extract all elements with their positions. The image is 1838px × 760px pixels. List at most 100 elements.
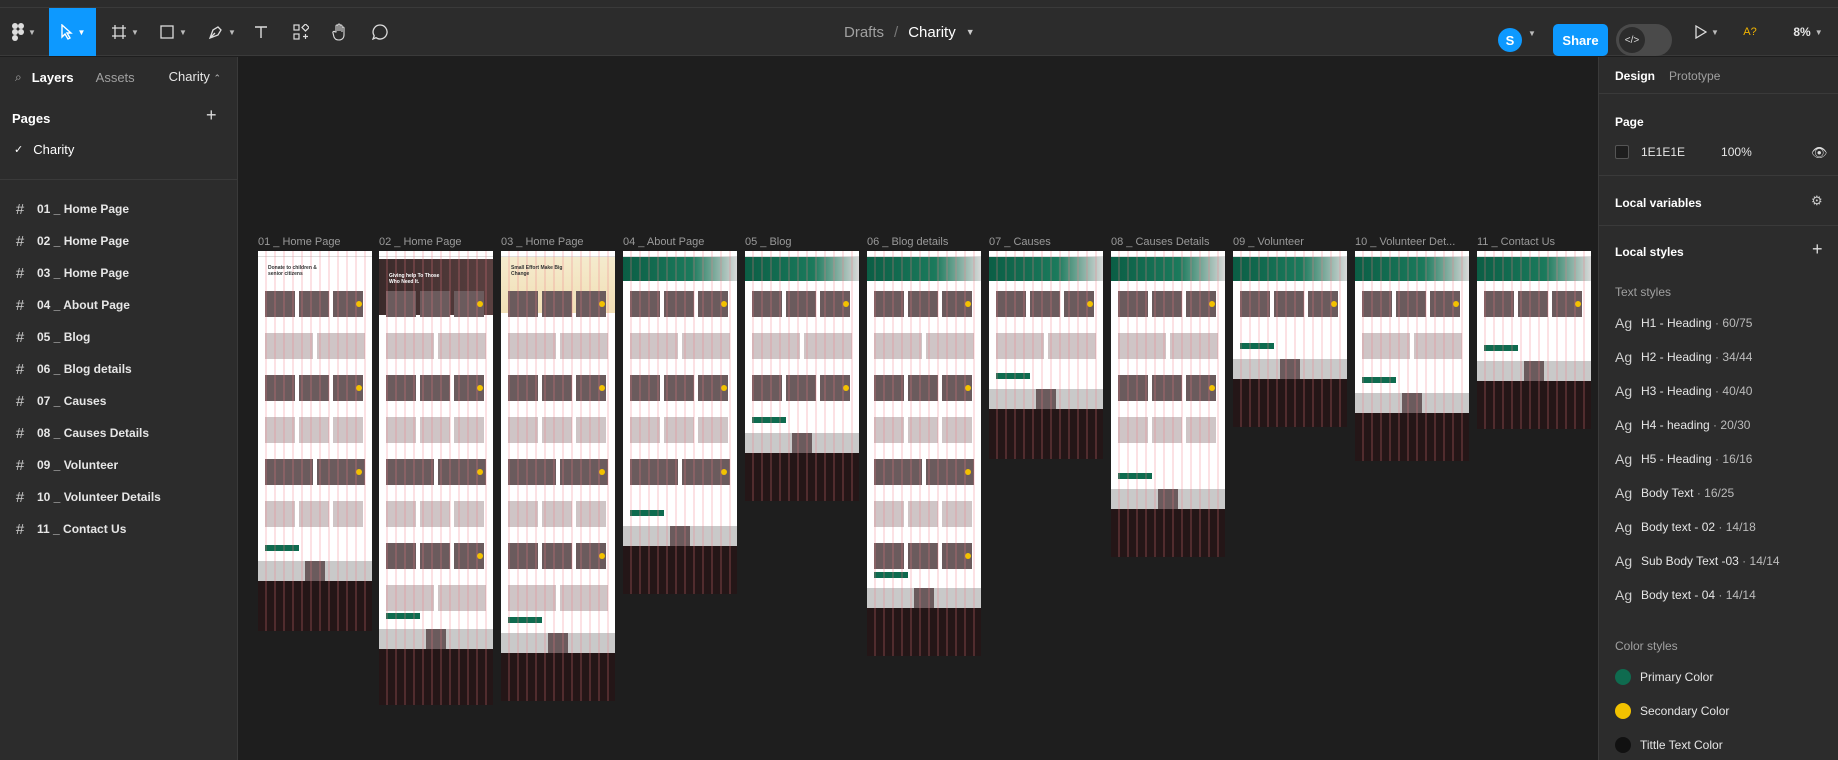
color-style-item[interactable]: Secondary Color [1615, 696, 1729, 726]
layer-frame-item[interactable]: #01 _ Home Page [0, 194, 238, 224]
design-frame[interactable]: Small Effort Make Big Change [501, 251, 615, 701]
layer-frame-item[interactable]: #05 _ Blog [0, 322, 238, 352]
text-style-item[interactable]: Ag H1 - Heading · 60/75 [1615, 308, 1752, 338]
design-frame[interactable]: Donate to children & senior citizens [258, 251, 372, 631]
frame-tool-button[interactable]: ▼ [106, 8, 144, 56]
sliders-icon[interactable]: ⚙ [1811, 193, 1823, 209]
layout-grid-overlay [623, 251, 737, 594]
page-selector[interactable]: Charity ⌃ [169, 69, 221, 84]
design-frame[interactable] [1111, 251, 1225, 557]
layer-frame-item[interactable]: #09 _ Volunteer [0, 450, 238, 480]
resources-tool-button[interactable] [290, 8, 312, 56]
chevron-down-icon: ▼ [228, 27, 236, 37]
text-style-item[interactable]: Ag Sub Body Text -03 · 14/14 [1615, 546, 1780, 576]
window-top-strip [0, 0, 1838, 8]
design-frame[interactable] [623, 251, 737, 594]
text-style-name: Body Text [1641, 486, 1694, 500]
text-style-item[interactable]: Ag H3 - Heading · 40/40 [1615, 376, 1752, 406]
comment-tool-button[interactable] [369, 8, 391, 56]
main-menu-button[interactable]: ▼ [6, 8, 42, 56]
frame-title[interactable]: 08 _ Causes Details [1111, 236, 1225, 248]
separator-dot: · [1715, 588, 1726, 602]
text-style-item[interactable]: Ag Body text - 04 · 14/14 [1615, 580, 1756, 610]
frame-title[interactable]: 05 _ Blog [745, 236, 859, 248]
text-tool-button[interactable] [250, 8, 272, 56]
layer-label: 10 _ Volunteer Details [37, 490, 161, 504]
pen-tool-button[interactable]: ▼ [203, 8, 241, 56]
zoom-control[interactable]: 8% ▼ [1786, 8, 1830, 56]
design-frame[interactable] [989, 251, 1103, 459]
text-style-name: H5 - Heading [1641, 452, 1712, 466]
layer-frame-item[interactable]: #03 _ Home Page [0, 258, 238, 288]
fill-swatch[interactable] [1615, 145, 1629, 159]
frame-title[interactable]: 07 _ Causes [989, 236, 1103, 248]
layer-label: 02 _ Home Page [37, 234, 130, 248]
text-style-item[interactable]: Ag Body Text · 16/25 [1615, 478, 1734, 508]
layer-frame-item[interactable]: #10 _ Volunteer Details [0, 482, 238, 512]
design-frame[interactable] [867, 251, 981, 656]
canvas[interactable]: 01 _ Home Page Donate to children & senio… [239, 57, 1597, 760]
text-style-spec: 40/40 [1722, 384, 1753, 398]
file-name[interactable]: Charity [908, 24, 956, 41]
separator-dot: · [1715, 520, 1726, 534]
tab-prototype[interactable]: Prototype [1669, 69, 1720, 83]
ai-assist-button[interactable]: A? [1740, 8, 1760, 56]
page-fill-hex[interactable]: 1E1E1E [1641, 145, 1685, 159]
frame-title[interactable]: 04 _ About Page [623, 236, 737, 248]
color-style-item[interactable]: Primary Color [1615, 662, 1713, 692]
breadcrumb-folder[interactable]: Drafts [844, 24, 884, 41]
layer-frame-item[interactable]: #06 _ Blog details [0, 354, 238, 384]
design-frame[interactable] [1233, 251, 1347, 427]
cursor-arrow-icon [60, 24, 74, 40]
layer-frame-item[interactable]: #11 _ Contact Us [0, 514, 238, 544]
layout-grid-overlay [258, 251, 372, 631]
layer-frame-item[interactable]: #07 _ Causes [0, 386, 238, 416]
frame-title[interactable]: 03 _ Home Page [501, 236, 615, 248]
dev-mode-toggle[interactable]: </> [1616, 24, 1672, 56]
frame-title[interactable]: 06 _ Blog details [867, 236, 981, 248]
frame-title[interactable]: 09 _ Volunteer [1233, 236, 1347, 248]
frame-title[interactable]: 10 _ Volunteer Det... [1355, 236, 1469, 248]
eye-icon[interactable]: 👁 [1811, 145, 1828, 161]
share-button[interactable]: Share [1553, 24, 1608, 56]
local-variables-heading[interactable]: Local variables [1615, 196, 1702, 210]
design-frame[interactable]: Giving help To Those Who Need It. [379, 251, 493, 705]
text-style-item[interactable]: Ag H4 - heading · 20/30 [1615, 410, 1750, 440]
tab-layers[interactable]: Layers [32, 70, 74, 85]
chevron-down-icon[interactable]: ▼ [966, 27, 975, 37]
frame-title[interactable]: 02 _ Home Page [379, 236, 493, 248]
text-style-glyph: Ag [1615, 383, 1633, 399]
design-frame[interactable] [1477, 251, 1591, 429]
present-button[interactable]: ▼ [1690, 8, 1724, 56]
color-style-item[interactable]: Tittle Text Color [1615, 730, 1723, 760]
page-item-charity[interactable]: ✓ Charity [0, 134, 238, 164]
text-style-name: Sub Body Text -03 [1641, 554, 1739, 568]
text-style-item[interactable]: Ag H5 - Heading · 16/16 [1615, 444, 1752, 474]
frame-title[interactable]: 11 _ Contact Us [1477, 236, 1591, 248]
design-frame[interactable] [745, 251, 859, 501]
tab-assets[interactable]: Assets [96, 70, 135, 85]
add-page-icon[interactable]: + [206, 105, 217, 126]
frame-hash-icon: # [15, 456, 25, 474]
search-icon[interactable]: ⌕ [15, 70, 22, 85]
layer-frame-item[interactable]: #08 _ Causes Details [0, 418, 238, 448]
layout-grid-overlay [989, 251, 1103, 459]
frame-title[interactable]: 01 _ Home Page [258, 236, 372, 248]
add-style-icon[interactable]: + [1812, 239, 1823, 260]
chevron-down-icon[interactable]: ▼ [1528, 29, 1536, 38]
color-swatch [1615, 737, 1631, 753]
shape-tool-button[interactable]: ▼ [154, 8, 192, 56]
checkmark-icon: ✓ [14, 143, 24, 156]
move-tool-button[interactable]: ▼ [49, 8, 96, 56]
tab-design[interactable]: Design [1615, 69, 1655, 83]
page-fill-row[interactable]: 1E1E1E 100% [1615, 145, 1752, 159]
layout-grid-overlay [501, 251, 615, 701]
layer-frame-item[interactable]: #02 _ Home Page [0, 226, 238, 256]
layer-frame-item[interactable]: #04 _ About Page [0, 290, 238, 320]
hand-tool-button[interactable] [329, 8, 351, 56]
page-fill-opacity[interactable]: 100% [1721, 145, 1752, 159]
design-frame[interactable] [1355, 251, 1469, 461]
text-style-item[interactable]: Ag H2 - Heading · 34/44 [1615, 342, 1752, 372]
avatar[interactable]: S [1498, 28, 1522, 52]
text-style-item[interactable]: Ag Body text - 02 · 14/18 [1615, 512, 1756, 542]
